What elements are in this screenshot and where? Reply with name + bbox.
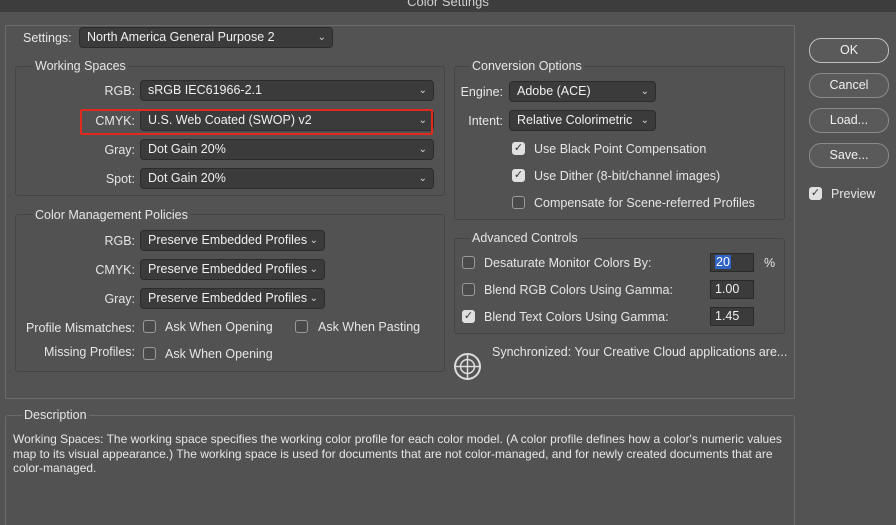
chevron-down-icon: ⌄: [418, 144, 427, 155]
conversion-title: Conversion Options: [470, 59, 584, 73]
checkmark-icon: ✓: [810, 187, 821, 199]
policy-cmyk-label: CMYK:: [95, 263, 135, 277]
policy-gray-select[interactable]: Preserve Embedded Profiles ⌄: [140, 288, 325, 309]
chevron-down-icon: ⌄: [309, 264, 318, 275]
black-point-label: Use Black Point Compensation: [534, 142, 707, 156]
policy-gray-label: Gray:: [104, 292, 135, 306]
dither-checkbox[interactable]: ✓: [512, 169, 525, 182]
blend-text-checkbox[interactable]: ✓: [462, 310, 475, 323]
desaturate-unit: %: [764, 256, 776, 270]
policy-rgb-label: RGB:: [104, 234, 135, 248]
engine-value: Adobe (ACE): [517, 84, 591, 98]
description-title: Description: [22, 408, 89, 422]
ws-gray-value: Dot Gain 20%: [148, 142, 226, 156]
desaturate-label: Desaturate Monitor Colors By:: [484, 256, 652, 270]
ws-spot-value: Dot Gain 20%: [148, 171, 226, 185]
chevron-down-icon: ⌄: [418, 173, 427, 184]
preview-label: Preview: [831, 187, 876, 201]
scene-referred-label: Compensate for Scene-referred Profiles: [534, 196, 755, 210]
dither-label: Use Dither (8-bit/channel images): [534, 169, 721, 183]
desaturate-checkbox[interactable]: [462, 256, 475, 269]
ws-rgb-label: RGB:: [104, 84, 135, 98]
blend-text-input[interactable]: 1.45: [710, 307, 754, 326]
chevron-down-icon: ⌄: [640, 115, 649, 126]
engine-select[interactable]: Adobe (ACE) ⌄: [509, 81, 656, 102]
checkmark-icon: ✓: [513, 142, 524, 154]
cmyk-highlight-annotation: [80, 109, 433, 135]
policy-rgb-select[interactable]: Preserve Embedded Profiles ⌄: [140, 230, 325, 251]
mismatch-pasting-checkbox[interactable]: [295, 320, 308, 333]
black-point-checkbox[interactable]: ✓: [512, 142, 525, 155]
load-button[interactable]: Load...: [809, 108, 889, 133]
working-spaces-title: Working Spaces: [33, 59, 128, 73]
blend-rgb-label: Blend RGB Colors Using Gamma:: [484, 283, 673, 297]
desaturate-input[interactable]: 20: [710, 253, 754, 272]
checkmark-icon: ✓: [463, 310, 474, 322]
ws-rgb-value: sRGB IEC61966-2.1: [148, 83, 262, 97]
desaturate-value: 20: [715, 255, 731, 269]
description-text: Working Spaces: The working space specif…: [13, 432, 782, 475]
ws-gray-label: Gray:: [104, 143, 135, 157]
blend-rgb-input[interactable]: 1.00: [710, 280, 754, 299]
mismatch-opening-label: Ask When Opening: [165, 320, 273, 334]
advanced-title: Advanced Controls: [470, 231, 580, 245]
save-button[interactable]: Save...: [809, 143, 889, 168]
ws-spot-label: Spot:: [105, 172, 135, 186]
chevron-down-icon: ⌄: [640, 86, 649, 97]
policy-rgb-value: Preserve Embedded Profiles: [148, 233, 308, 247]
cancel-button[interactable]: Cancel: [809, 73, 889, 98]
engine-label: Engine:: [460, 85, 503, 99]
mismatch-pasting-label: Ask When Pasting: [318, 320, 421, 334]
checkmark-icon: ✓: [513, 169, 524, 181]
blend-rgb-checkbox[interactable]: [462, 283, 475, 296]
sync-status-text: Synchronized: Your Creative Cloud applic…: [492, 345, 788, 359]
ws-rgb-select[interactable]: sRGB IEC61966-2.1 ⌄: [140, 80, 434, 101]
missing-opening-checkbox[interactable]: [143, 347, 156, 360]
chevron-down-icon: ⌄: [309, 293, 318, 304]
chevron-down-icon: ⌄: [418, 85, 427, 96]
preview-checkbox[interactable]: ✓: [809, 187, 822, 200]
policy-gray-value: Preserve Embedded Profiles: [148, 291, 308, 305]
ok-button[interactable]: OK: [809, 38, 889, 63]
mismatch-opening-checkbox[interactable]: [143, 320, 156, 333]
intent-select[interactable]: Relative Colorimetric ⌄: [509, 110, 656, 131]
policies-title: Color Management Policies: [33, 208, 190, 222]
blend-rgb-value: 1.00: [715, 282, 740, 296]
ws-spot-select[interactable]: Dot Gain 20% ⌄: [140, 168, 434, 189]
policy-cmyk-select[interactable]: Preserve Embedded Profiles ⌄: [140, 259, 325, 280]
missing-opening-label: Ask When Opening: [165, 347, 273, 361]
blend-text-label: Blend Text Colors Using Gamma:: [484, 310, 669, 324]
title-bar: Color Settings: [0, 0, 896, 12]
ws-gray-select[interactable]: Dot Gain 20% ⌄: [140, 139, 434, 160]
policy-cmyk-value: Preserve Embedded Profiles: [148, 262, 308, 276]
profile-mismatches-label: Profile Mismatches:: [25, 321, 135, 335]
missing-profiles-label: Missing Profiles:: [44, 345, 135, 359]
intent-label: Intent:: [468, 114, 503, 128]
intent-value: Relative Colorimetric: [517, 113, 633, 127]
chevron-down-icon: ⌄: [309, 235, 318, 246]
blend-text-value: 1.45: [715, 309, 740, 323]
scene-referred-checkbox[interactable]: [512, 196, 525, 209]
window-title: Color Settings: [407, 0, 489, 9]
globe-sync-icon: [454, 353, 481, 380]
